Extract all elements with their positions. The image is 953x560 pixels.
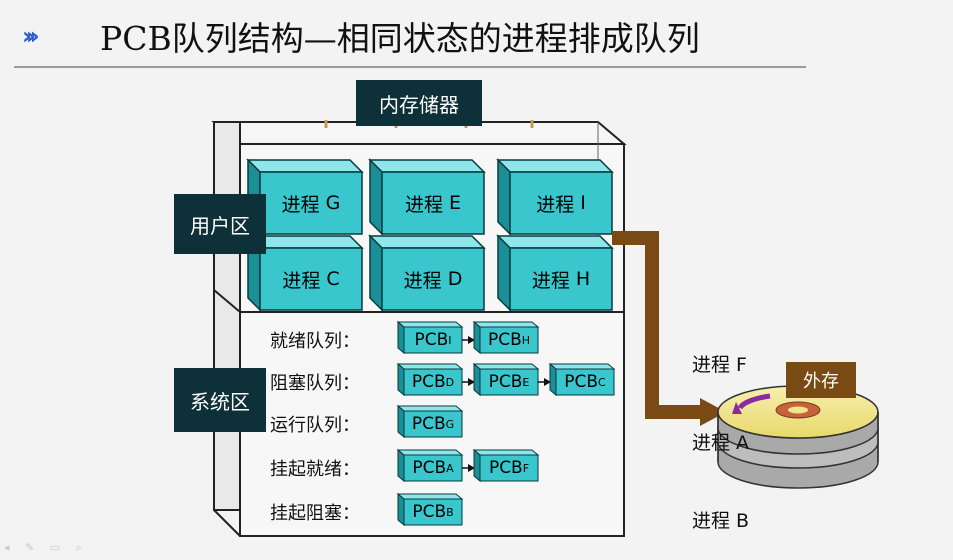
memory-label: 内存储器 [356, 80, 482, 126]
queue-label: 挂起就绪： [270, 459, 360, 480]
pcb-label: PCB G [404, 411, 462, 437]
process-id: D [447, 268, 463, 290]
pcb-text: PCB [412, 458, 447, 478]
pcb-text: PCB [488, 372, 523, 392]
process-name: 进程 [281, 193, 320, 216]
pcb-text: PCB [488, 458, 523, 478]
queue-label: 挂起阻塞： [270, 503, 360, 524]
process-name: 进程 [536, 193, 575, 216]
user-area-label: 用户区 [174, 194, 266, 254]
pcb-label: PCB D [404, 369, 462, 395]
queue-label: 阻塞队列： [270, 373, 360, 394]
process-id: E [449, 192, 462, 214]
process-label: 进程 I [510, 172, 612, 234]
slide-toolbar-icons[interactable]: ◂ ✎ ▭ ⌕ [4, 541, 88, 555]
pcb-label: PCB E [480, 369, 538, 395]
pcb-subscript: I [448, 333, 452, 347]
system-area-label: 系统区 [174, 368, 266, 432]
process-name: 进程 [404, 193, 443, 216]
process-id: C [326, 268, 340, 290]
pcb-label: PCB A [404, 455, 462, 481]
pcb-subscript: B [446, 505, 454, 519]
process-label: 进程 C [260, 248, 362, 310]
pcb-label: PCB B [404, 499, 462, 525]
pcb-text: PCB [412, 502, 447, 522]
pcb-text: PCB [564, 372, 599, 392]
process-label: 进程 H [510, 248, 612, 310]
process-id: H [575, 268, 591, 290]
pcb-label: PCB H [480, 327, 538, 353]
pcb-subscript: C [598, 375, 606, 389]
process-id: I [580, 192, 586, 214]
pcb-text: PCB [411, 372, 446, 392]
queue-label: 运行队列： [270, 415, 360, 436]
process-name: 进程 [282, 269, 321, 292]
pcb-label: PCB C [556, 369, 614, 395]
external-process-list: 进程 F 进程 A 进程 B [692, 300, 749, 560]
process-name: 进程 [403, 269, 442, 292]
external-process-item: 进程 B [692, 510, 750, 532]
pcb-subscript: D [445, 375, 455, 389]
external-process-item: 进程 F [692, 354, 747, 376]
pcb-subscript: F [522, 461, 530, 475]
external-process-item: 进程 A [692, 432, 750, 454]
pcb-label: PCB I [404, 327, 462, 353]
pcb-subscript: A [446, 461, 454, 475]
pcb-subscript: H [521, 333, 531, 347]
pcb-text: PCB [487, 330, 522, 350]
process-id: G [325, 192, 341, 214]
pcb-subscript: G [445, 417, 455, 431]
process-label: 进程 D [382, 248, 484, 310]
pcb-subscript: E [522, 375, 530, 389]
pcb-label: PCB F [480, 455, 538, 481]
process-name: 进程 [531, 269, 570, 292]
pcb-text: PCB [411, 414, 446, 434]
queue-label: 就绪队列： [270, 331, 360, 352]
process-label: 进程 G [260, 172, 362, 234]
pcb-text: PCB [414, 330, 449, 350]
process-label: 进程 E [382, 172, 484, 234]
external-storage-label: 外存 [786, 362, 856, 398]
